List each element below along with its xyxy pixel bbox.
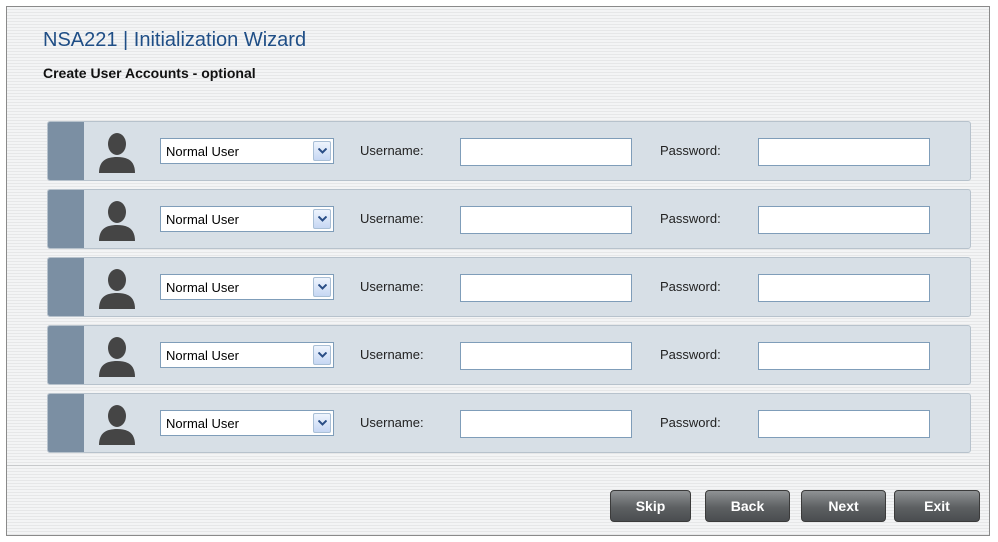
wizard-button-bar: Skip Back Next Exit [7, 465, 989, 535]
exit-button[interactable]: Exit [894, 490, 980, 522]
username-label: Username: [360, 415, 424, 430]
password-label: Password: [660, 415, 721, 430]
user-silhouette-icon [99, 133, 135, 173]
chevron-down-icon[interactable] [313, 141, 331, 161]
username-input[interactable] [460, 274, 632, 302]
password-input[interactable] [758, 206, 930, 234]
user-account-list: Normal User Username: Password: Normal U… [47, 121, 971, 461]
user-role-select[interactable]: Normal User [160, 410, 334, 436]
user-silhouette-icon [99, 201, 135, 241]
user-role-value: Normal User [166, 415, 239, 431]
username-label: Username: [360, 211, 424, 226]
user-account-row: Normal User Username: Password: [47, 325, 971, 385]
chevron-down-icon[interactable] [313, 345, 331, 365]
user-silhouette-icon [99, 269, 135, 309]
wizard-window: NSA221 | Initialization Wizard Create Us… [6, 6, 990, 536]
password-label: Password: [660, 211, 721, 226]
user-account-row: Normal User Username: Password: [47, 257, 971, 317]
username-input[interactable] [460, 206, 632, 234]
user-role-value: Normal User [166, 279, 239, 295]
row-marker [48, 122, 84, 180]
username-input[interactable] [460, 342, 632, 370]
user-role-select[interactable]: Normal User [160, 206, 334, 232]
user-silhouette-icon [99, 405, 135, 445]
chevron-down-icon[interactable] [313, 413, 331, 433]
row-marker [48, 326, 84, 384]
page-title: NSA221 | Initialization Wizard [43, 29, 307, 51]
user-role-select[interactable]: Normal User [160, 342, 334, 368]
password-label: Password: [660, 143, 721, 158]
password-label: Password: [660, 279, 721, 294]
username-label: Username: [360, 279, 424, 294]
user-silhouette-icon [99, 337, 135, 377]
user-role-value: Normal User [166, 347, 239, 363]
password-input[interactable] [758, 342, 930, 370]
username-input[interactable] [460, 138, 632, 166]
row-marker [48, 190, 84, 248]
chevron-down-icon[interactable] [313, 209, 331, 229]
user-role-select[interactable]: Normal User [160, 138, 334, 164]
user-account-row: Normal User Username: Password: [47, 189, 971, 249]
chevron-down-icon[interactable] [313, 277, 331, 297]
password-label: Password: [660, 347, 721, 362]
user-role-value: Normal User [166, 143, 239, 159]
row-marker [48, 394, 84, 452]
user-account-row: Normal User Username: Password: [47, 121, 971, 181]
row-marker [48, 258, 84, 316]
page-subtitle: Create User Accounts - optional [43, 65, 256, 81]
password-input[interactable] [758, 410, 930, 438]
user-role-value: Normal User [166, 211, 239, 227]
back-button[interactable]: Back [705, 490, 790, 522]
skip-button[interactable]: Skip [610, 490, 691, 522]
user-role-select[interactable]: Normal User [160, 274, 334, 300]
next-button[interactable]: Next [801, 490, 886, 522]
user-account-row: Normal User Username: Password: [47, 393, 971, 453]
username-label: Username: [360, 143, 424, 158]
username-label: Username: [360, 347, 424, 362]
password-input[interactable] [758, 274, 930, 302]
password-input[interactable] [758, 138, 930, 166]
username-input[interactable] [460, 410, 632, 438]
